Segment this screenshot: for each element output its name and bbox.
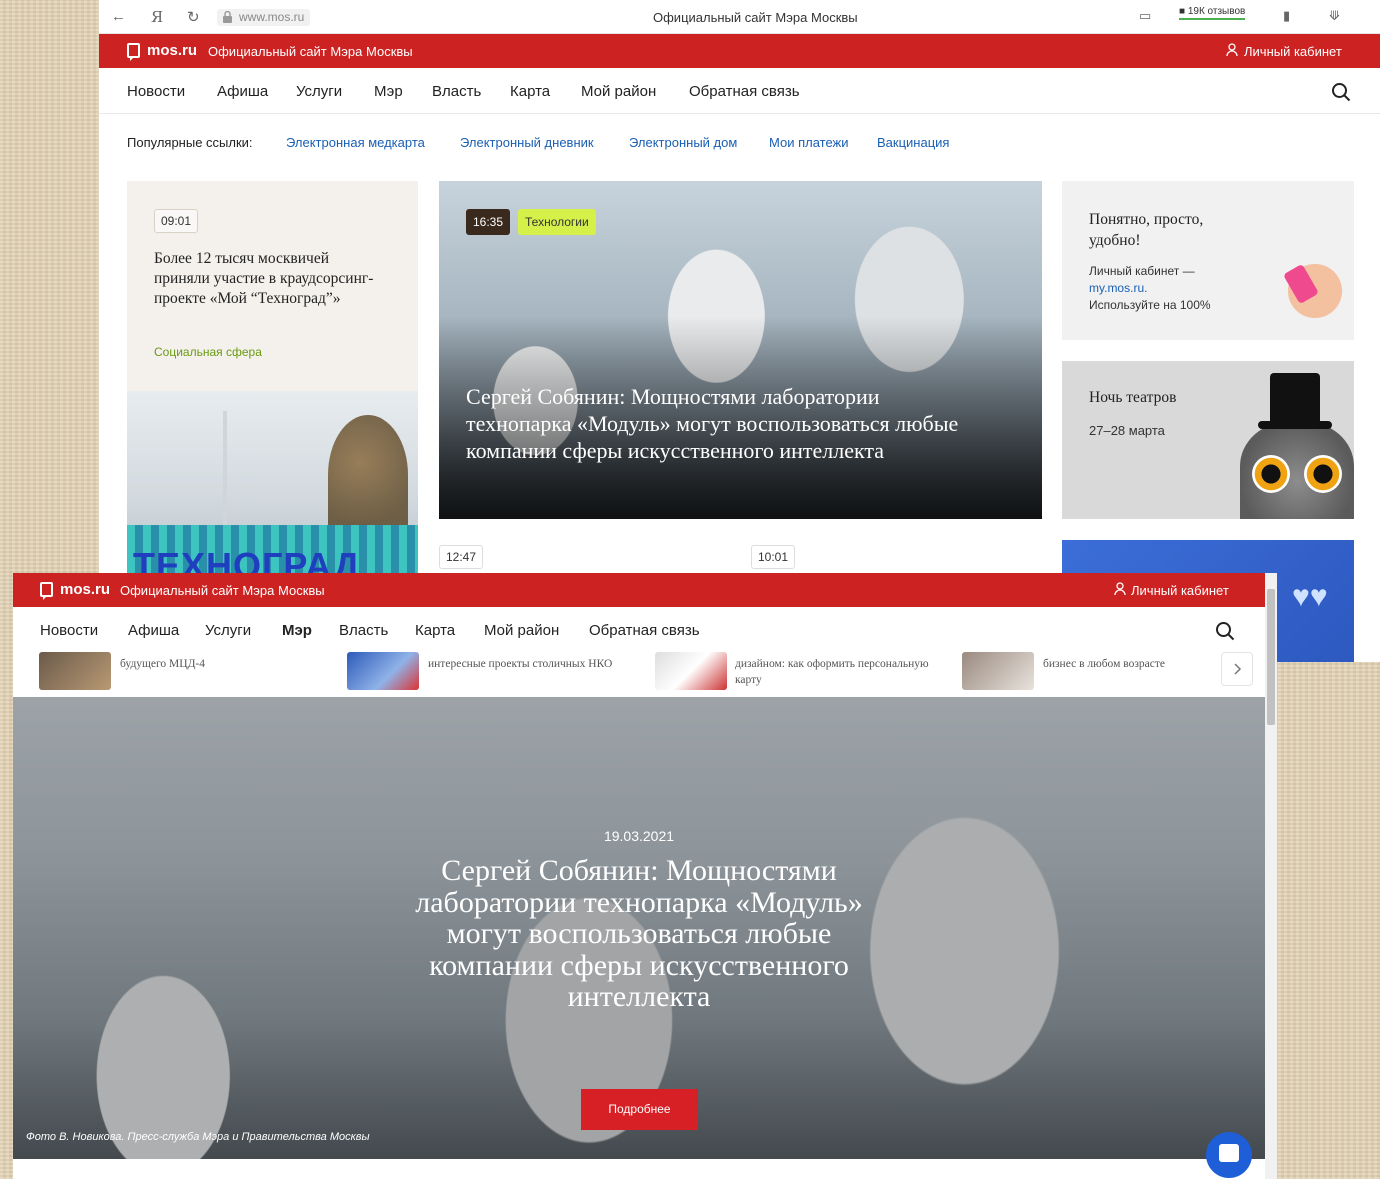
- promo-cabinet-heading: Понятно, просто, удобно!: [1089, 211, 1204, 249]
- browser-page-title: Официальный сайт Мэра Москвы: [653, 10, 858, 25]
- scrollbar-thumb[interactable]: [1267, 589, 1275, 725]
- strip-thumb-4[interactable]: [962, 652, 1034, 690]
- yandex-icon[interactable]: Я: [151, 8, 163, 26]
- logo-icon: [127, 43, 140, 58]
- strip-thumb-1[interactable]: [39, 652, 111, 690]
- strip-caption-2[interactable]: интересные проекты столичных НКО: [428, 656, 628, 672]
- strip-caption-3[interactable]: дизайном: как оформить персональную карт…: [735, 656, 935, 688]
- popular-link-diary[interactable]: Электронный дневник: [460, 135, 594, 150]
- promo-cabinet-card[interactable]: Понятно, просто, удобно! Личный кабинет …: [1062, 181, 1354, 340]
- promo-cabinet-text-2: Используйте на 100%: [1089, 298, 1211, 312]
- nav-item-afisha[interactable]: Афиша: [128, 622, 179, 639]
- owl-eye-left: [1252, 455, 1290, 493]
- reviews-count: 19К отзывов: [1187, 6, 1246, 17]
- address-bar[interactable]: www.mos.ru: [217, 9, 311, 26]
- owl-eye-right: [1304, 455, 1342, 493]
- promo-cabinet-text-1: Личный кабинет —: [1089, 264, 1195, 278]
- cabinet-link[interactable]: Личный кабинет: [1244, 44, 1342, 59]
- lock-icon: [223, 11, 232, 23]
- nav-item-map[interactable]: Карта: [415, 622, 455, 639]
- hero-date: 19.03.2021: [603, 828, 675, 844]
- news-headline[interactable]: Более 12 тысяч москвичей приняли участие…: [154, 249, 384, 309]
- news-time-badge: 09:01: [154, 209, 199, 233]
- nav-item-district[interactable]: Мой район: [484, 622, 559, 639]
- news-strip: будущего МЦД-4 интересные проекты столич…: [13, 652, 1265, 692]
- site-header-sticky: mos.ru Официальный сайт Мэра Москвы Личн…: [13, 573, 1265, 607]
- strip-caption-4[interactable]: бизнес в любом возрасте: [1043, 656, 1213, 672]
- news-card-left[interactable]: 09:01 Более 12 тысяч москвичей приняли у…: [127, 181, 418, 581]
- promo-theatre-dates: 27–28 марта: [1089, 423, 1165, 438]
- browser-window-front: mos.ru Официальный сайт Мэра Москвы Личн…: [13, 573, 1277, 1179]
- nav-item-feedback[interactable]: Обратная связь: [689, 83, 800, 100]
- cabinet-link[interactable]: Личный кабинет: [1131, 583, 1229, 598]
- hero-title[interactable]: Сергей Собянин: Мощностями лаборатории т…: [383, 855, 895, 1013]
- back-arrow-icon[interactable]: ←: [111, 8, 126, 25]
- bookmark-icon[interactable]: ▮: [1283, 8, 1290, 24]
- more-button[interactable]: Подробнее: [581, 1089, 698, 1130]
- news-rubric[interactable]: Социальная сфера: [154, 345, 262, 359]
- url-text: www.mos.ru: [239, 10, 305, 24]
- popular-link-medcard[interactable]: Электронная медкарта: [286, 135, 425, 150]
- promo-cabinet-text: Личный кабинет — my.mos.ru. Используйте …: [1089, 263, 1239, 314]
- site-header: mos.ru Официальный сайт Мэра Москвы Личн…: [99, 34, 1380, 68]
- promo-cabinet-link[interactable]: my.mos.ru.: [1089, 281, 1147, 295]
- nav-item-district[interactable]: Мой район: [581, 83, 656, 100]
- strip-thumb-3[interactable]: [655, 652, 727, 690]
- nav-item-authority[interactable]: Власть: [432, 83, 481, 100]
- hearts-illustration: ♥♥: [1292, 580, 1328, 613]
- nav-item-news[interactable]: Новости: [40, 622, 98, 639]
- main-nav: Новости Афиша Услуги Мэр Власть Карта Мо…: [99, 68, 1380, 114]
- nav-item-services[interactable]: Услуги: [205, 622, 251, 639]
- promo-theatre-heading: Ночь театров: [1089, 389, 1177, 406]
- site-title: Официальный сайт Мэра Москвы: [120, 583, 325, 598]
- strip-caption-1[interactable]: будущего МЦД-4: [120, 656, 320, 672]
- strip-thumb-2[interactable]: [347, 652, 419, 690]
- hero-banner[interactable]: 19.03.2021 Сергей Собянин: Мощностями ла…: [13, 697, 1265, 1159]
- nav-item-mayor[interactable]: Мэр: [282, 622, 312, 639]
- chat-icon[interactable]: [1206, 1132, 1252, 1178]
- reload-icon[interactable]: ↻: [187, 8, 200, 26]
- news-image: ТЕХНОГРАД: [127, 391, 418, 581]
- translate-icon[interactable]: ⟱: [1329, 8, 1340, 24]
- nav-item-mayor[interactable]: Мэр: [374, 83, 403, 100]
- brand-name[interactable]: mos.ru: [60, 581, 110, 598]
- scrollbar[interactable]: [1265, 573, 1277, 1179]
- photo-credit: Фото В. Новикова. Пресс-служба Мэра и Пр…: [26, 1131, 370, 1143]
- tree: [328, 415, 408, 535]
- news-main-time-badge: 16:35: [466, 209, 511, 235]
- nav-item-afisha[interactable]: Афиша: [217, 83, 268, 100]
- news-time-badge-2: 12:47: [439, 545, 484, 569]
- top-hat: [1258, 373, 1332, 429]
- news-time-badge-3: 10:01: [751, 545, 796, 569]
- news-main-headline[interactable]: Сергей Собянин: Мощностями лаборатории т…: [466, 383, 986, 464]
- owl-illustration: [1240, 373, 1354, 519]
- main-nav-sticky: Новости Афиша Услуги Мэр Власть Карта Мо…: [13, 607, 1265, 653]
- search-icon[interactable]: [1331, 82, 1351, 102]
- logo-icon: [40, 582, 53, 597]
- nav-item-news[interactable]: Новости: [127, 83, 185, 100]
- reviews-badge[interactable]: ■ 19К отзывов: [1179, 6, 1246, 20]
- promo-theatre-card[interactable]: Ночь театров 27–28 марта: [1062, 361, 1354, 519]
- popular-link-payments[interactable]: Мои платежи: [769, 135, 849, 150]
- user-icon: [1226, 43, 1238, 57]
- news-card-main[interactable]: 16:35 Технологии Сергей Собянин: Мощност…: [439, 181, 1042, 519]
- brand-name[interactable]: mos.ru: [147, 42, 197, 59]
- browser-window-back: ← Я ↻ www.mos.ru Официальный сайт Мэра М…: [99, 0, 1380, 662]
- site-title: Официальный сайт Мэра Москвы: [208, 44, 413, 59]
- browser-toolbar: ← Я ↻ www.mos.ru Официальный сайт Мэра М…: [99, 0, 1380, 34]
- strip-next-button[interactable]: [1221, 652, 1253, 686]
- popular-link-house[interactable]: Электронный дом: [629, 135, 737, 150]
- nav-item-map[interactable]: Карта: [510, 83, 550, 100]
- extension-icon[interactable]: ▭: [1139, 8, 1151, 24]
- chevron-right-icon: [1234, 663, 1242, 675]
- news-main-rubric-badge[interactable]: Технологии: [518, 209, 596, 235]
- user-icon: [1114, 582, 1126, 596]
- search-icon[interactable]: [1215, 621, 1235, 641]
- nav-item-feedback[interactable]: Обратная связь: [589, 622, 700, 639]
- popular-links-label: Популярные ссылки:: [127, 135, 253, 150]
- popular-link-vaccination[interactable]: Вакцинация: [877, 135, 949, 150]
- nav-item-services[interactable]: Услуги: [296, 83, 342, 100]
- nav-item-authority[interactable]: Власть: [339, 622, 388, 639]
